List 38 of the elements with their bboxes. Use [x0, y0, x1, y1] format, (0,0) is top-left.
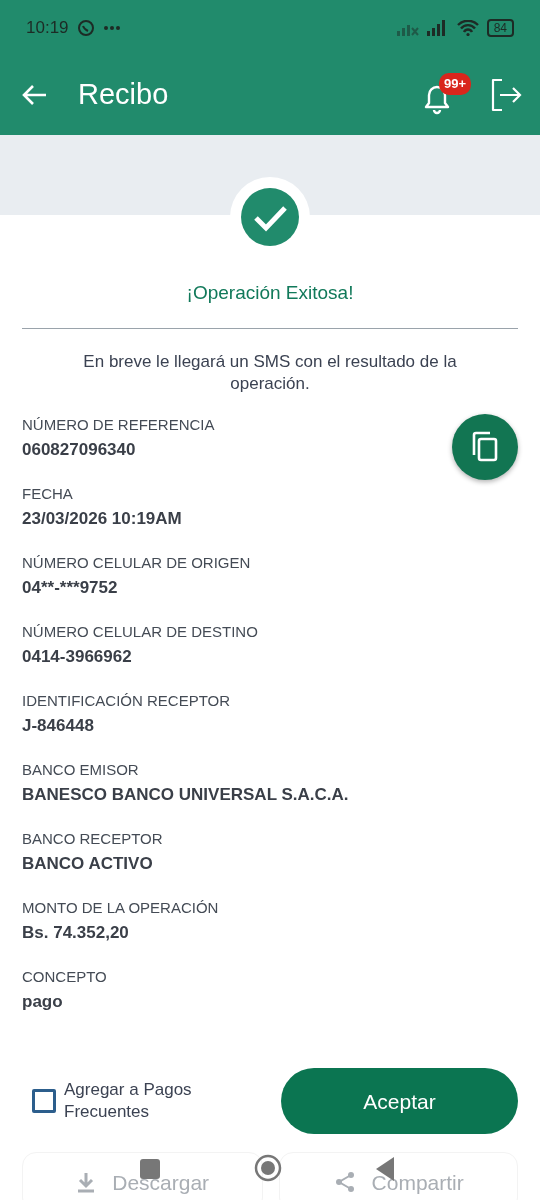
- share-icon: [333, 1171, 356, 1194]
- status-time: 10:19: [26, 16, 69, 39]
- more-icon: [102, 24, 121, 31]
- field-value: pago: [22, 990, 63, 1013]
- battery-level: 84: [486, 18, 514, 37]
- home-nav-icon[interactable]: [254, 1154, 282, 1182]
- wifi-icon: [456, 19, 479, 36]
- download-icon: [76, 1171, 97, 1194]
- copy-button[interactable]: [452, 414, 518, 481]
- checkbox-label: Agregar a Pagos Frecuentes: [64, 1079, 193, 1124]
- screen-title: Recibo: [78, 77, 169, 113]
- notification-badge: 99+: [439, 73, 472, 95]
- field-value: 060827096340: [22, 438, 136, 461]
- accept-button[interactable]: Aceptar: [281, 1068, 518, 1135]
- field-label: BANCO EMISOR: [22, 760, 139, 781]
- field-label: BANCO RECEPTOR: [22, 829, 163, 850]
- field-value: 23/03/2026 10:19AM: [22, 507, 182, 530]
- checkbox[interactable]: [32, 1089, 56, 1114]
- copy-icon: [471, 431, 499, 464]
- field-label: NÚMERO CELULAR DE DESTINO: [22, 622, 258, 643]
- sms-notice: En breve le llegará un SMS con el resultado de la operación.: [82, 350, 458, 396]
- field-value: 0414-3966962: [22, 645, 132, 668]
- success-check-icon: [240, 187, 300, 247]
- back-icon[interactable]: [22, 84, 48, 106]
- field-value: BANCO ACTIVO: [22, 852, 153, 875]
- field-label: FECHA: [22, 484, 73, 505]
- field-value: J-846448: [22, 714, 94, 737]
- share-button[interactable]: Compartir: [279, 1152, 518, 1200]
- success-title: ¡Operación Exitosa!: [186, 282, 354, 303]
- field-label: NÚMERO CELULAR DE ORIGEN: [22, 553, 251, 574]
- field-label: NÚMERO DE REFERENCIA: [22, 415, 215, 436]
- field-value: Bs. 74.352,20: [22, 921, 129, 944]
- field-value: 04**-***9752: [22, 576, 118, 599]
- field-label: MONTO DE LA OPERACIÓN: [22, 898, 219, 919]
- field-label: IDENTIFICACIÓN RECEPTOR: [22, 691, 231, 712]
- field-label: CONCEPTO: [22, 967, 107, 988]
- download-button[interactable]: Descargar: [22, 1152, 264, 1200]
- field-value: BANESCO BANCO UNIVERSAL S.A.C.A.: [22, 783, 349, 806]
